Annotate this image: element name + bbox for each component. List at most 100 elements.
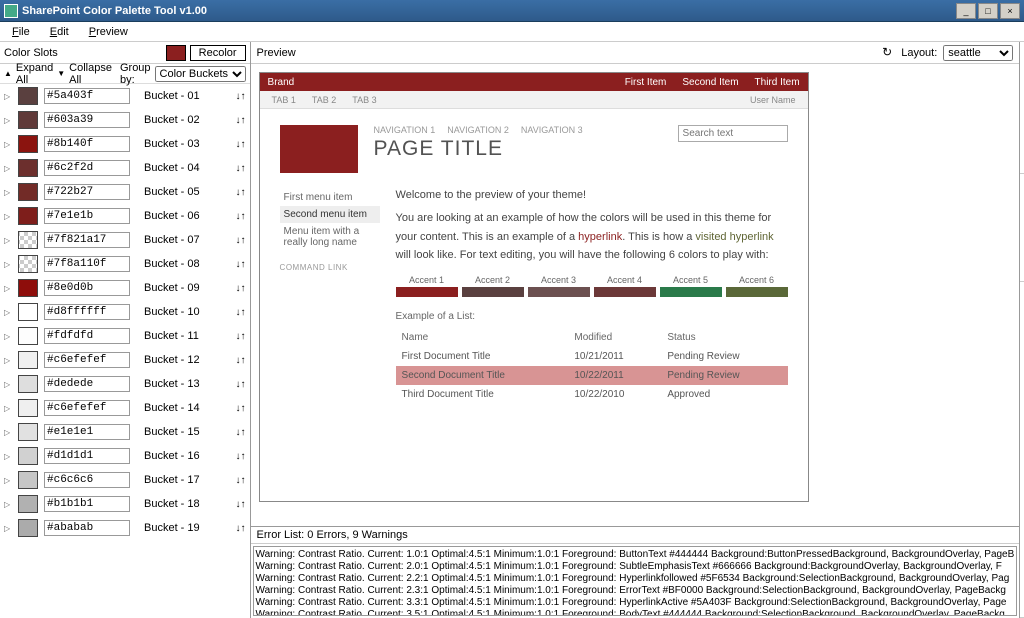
chevron-right-icon[interactable]: ▷ bbox=[4, 476, 12, 485]
menu-item[interactable]: First menu item bbox=[280, 189, 380, 206]
sort-icon[interactable]: ↓↑ bbox=[236, 451, 246, 462]
menu-item[interactable]: Second menu item bbox=[280, 206, 380, 223]
command-link[interactable]: COMMAND LINK bbox=[280, 263, 380, 272]
hex-input[interactable] bbox=[44, 232, 130, 248]
color-swatch[interactable] bbox=[18, 159, 38, 177]
hex-input[interactable] bbox=[44, 328, 130, 344]
chevron-right-icon[interactable]: ▷ bbox=[4, 404, 12, 413]
chevron-right-icon[interactable]: ▷ bbox=[4, 332, 12, 341]
sort-icon[interactable]: ↓↑ bbox=[236, 475, 246, 486]
chevron-right-icon[interactable]: ▷ bbox=[4, 188, 12, 197]
chevron-right-icon[interactable]: ▷ bbox=[4, 116, 12, 125]
color-swatch[interactable] bbox=[18, 255, 38, 273]
expand-all-link[interactable]: Expand All bbox=[16, 62, 53, 86]
menu-edit[interactable]: Edit bbox=[44, 24, 75, 40]
sort-icon[interactable]: ↓↑ bbox=[236, 115, 246, 126]
error-item[interactable]: Warning: Contrast Ratio. Current: 1.0:1 … bbox=[256, 549, 1015, 561]
sort-icon[interactable]: ↓↑ bbox=[236, 523, 246, 534]
tab[interactable]: TAB 1 bbox=[272, 95, 296, 105]
hex-input[interactable] bbox=[44, 184, 130, 200]
maximize-button[interactable]: □ bbox=[978, 3, 998, 19]
hex-input[interactable] bbox=[44, 256, 130, 272]
recolor-swatch[interactable] bbox=[166, 45, 186, 61]
error-item[interactable]: Warning: Contrast Ratio. Current: 2.2:1 … bbox=[256, 573, 1015, 585]
chevron-right-icon[interactable]: ▷ bbox=[4, 260, 12, 269]
hex-input[interactable] bbox=[44, 280, 130, 296]
menu-item[interactable]: Menu item with a really long name bbox=[280, 223, 380, 251]
chevron-right-icon[interactable]: ▷ bbox=[4, 452, 12, 461]
table-row[interactable]: Third Document Title10/22/2010Approved bbox=[396, 385, 788, 404]
color-swatch[interactable] bbox=[18, 375, 38, 393]
hex-input[interactable] bbox=[44, 304, 130, 320]
chevron-right-icon[interactable]: ▷ bbox=[4, 356, 12, 365]
sort-icon[interactable]: ↓↑ bbox=[236, 259, 246, 270]
color-swatch[interactable] bbox=[18, 519, 38, 537]
chevron-right-icon[interactable]: ▷ bbox=[4, 284, 12, 293]
error-item[interactable]: Warning: Contrast Ratio. Current: 3.5:1 … bbox=[256, 609, 1015, 616]
color-swatch[interactable] bbox=[18, 279, 38, 297]
color-swatch[interactable] bbox=[18, 87, 38, 105]
sort-icon[interactable]: ↓↑ bbox=[236, 355, 246, 366]
sort-icon[interactable]: ↓↑ bbox=[236, 187, 246, 198]
refresh-icon[interactable]: ↻ bbox=[879, 45, 895, 61]
hex-input[interactable] bbox=[44, 352, 130, 368]
search-input[interactable] bbox=[678, 125, 788, 142]
tab[interactable]: TAB 2 bbox=[312, 95, 336, 105]
color-swatch[interactable] bbox=[18, 111, 38, 129]
nav-link[interactable]: NAVIGATION 1 bbox=[374, 125, 436, 135]
nav-link[interactable]: NAVIGATION 2 bbox=[447, 125, 509, 135]
chevron-right-icon[interactable]: ▷ bbox=[4, 92, 12, 101]
recolor-button[interactable]: Recolor bbox=[190, 45, 246, 61]
chevron-right-icon[interactable]: ▷ bbox=[4, 164, 12, 173]
chevron-right-icon[interactable]: ▷ bbox=[4, 428, 12, 437]
hex-input[interactable] bbox=[44, 472, 130, 488]
sort-icon[interactable]: ↓↑ bbox=[236, 307, 246, 318]
layout-select[interactable]: seattle bbox=[943, 45, 1013, 61]
menu-file[interactable]: File bbox=[6, 24, 36, 40]
error-item[interactable]: Warning: Contrast Ratio. Current: 2.3:1 … bbox=[256, 585, 1015, 597]
color-swatch[interactable] bbox=[18, 471, 38, 489]
sort-icon[interactable]: ↓↑ bbox=[236, 235, 246, 246]
hex-input[interactable] bbox=[44, 88, 130, 104]
color-swatch[interactable] bbox=[18, 303, 38, 321]
hex-input[interactable] bbox=[44, 424, 130, 440]
brand-item[interactable]: Third Item bbox=[755, 77, 800, 88]
sort-icon[interactable]: ↓↑ bbox=[236, 211, 246, 222]
color-swatch[interactable] bbox=[18, 327, 38, 345]
color-swatch[interactable] bbox=[18, 135, 38, 153]
error-item[interactable]: Warning: Contrast Ratio. Current: 3.3:1 … bbox=[256, 597, 1015, 609]
hex-input[interactable] bbox=[44, 160, 130, 176]
menu-preview[interactable]: Preview bbox=[83, 24, 134, 40]
sort-icon[interactable]: ↓↑ bbox=[236, 139, 246, 150]
hex-input[interactable] bbox=[44, 448, 130, 464]
color-swatch[interactable] bbox=[18, 183, 38, 201]
brand-item[interactable]: Second Item bbox=[682, 77, 738, 88]
sort-icon[interactable]: ↓↑ bbox=[236, 163, 246, 174]
groupby-select[interactable]: Color Buckets bbox=[155, 66, 246, 82]
chevron-right-icon[interactable]: ▷ bbox=[4, 500, 12, 509]
nav-link[interactable]: NAVIGATION 3 bbox=[521, 125, 583, 135]
chevron-right-icon[interactable]: ▷ bbox=[4, 380, 12, 389]
error-item[interactable]: Warning: Contrast Ratio. Current: 2.0:1 … bbox=[256, 561, 1015, 573]
color-swatch[interactable] bbox=[18, 207, 38, 225]
chevron-right-icon[interactable]: ▷ bbox=[4, 212, 12, 221]
color-swatch[interactable] bbox=[18, 399, 38, 417]
hex-input[interactable] bbox=[44, 400, 130, 416]
hex-input[interactable] bbox=[44, 376, 130, 392]
brand-item[interactable]: First Item bbox=[625, 77, 667, 88]
chevron-right-icon[interactable]: ▷ bbox=[4, 524, 12, 533]
hex-input[interactable] bbox=[44, 520, 130, 536]
hex-input[interactable] bbox=[44, 112, 130, 128]
tab[interactable]: TAB 3 bbox=[352, 95, 376, 105]
color-swatch[interactable] bbox=[18, 495, 38, 513]
hex-input[interactable] bbox=[44, 496, 130, 512]
color-swatch[interactable] bbox=[18, 231, 38, 249]
hyperlink-sample[interactable]: hyperlink bbox=[578, 231, 622, 243]
hex-input[interactable] bbox=[44, 208, 130, 224]
table-row[interactable]: Second Document Title10/22/2011Pending R… bbox=[396, 366, 788, 385]
sort-icon[interactable]: ↓↑ bbox=[236, 331, 246, 342]
collapse-all-link[interactable]: Collapse All bbox=[69, 62, 112, 86]
table-row[interactable]: First Document Title10/21/2011Pending Re… bbox=[396, 347, 788, 366]
sort-icon[interactable]: ↓↑ bbox=[236, 379, 246, 390]
chevron-right-icon[interactable]: ▷ bbox=[4, 140, 12, 149]
